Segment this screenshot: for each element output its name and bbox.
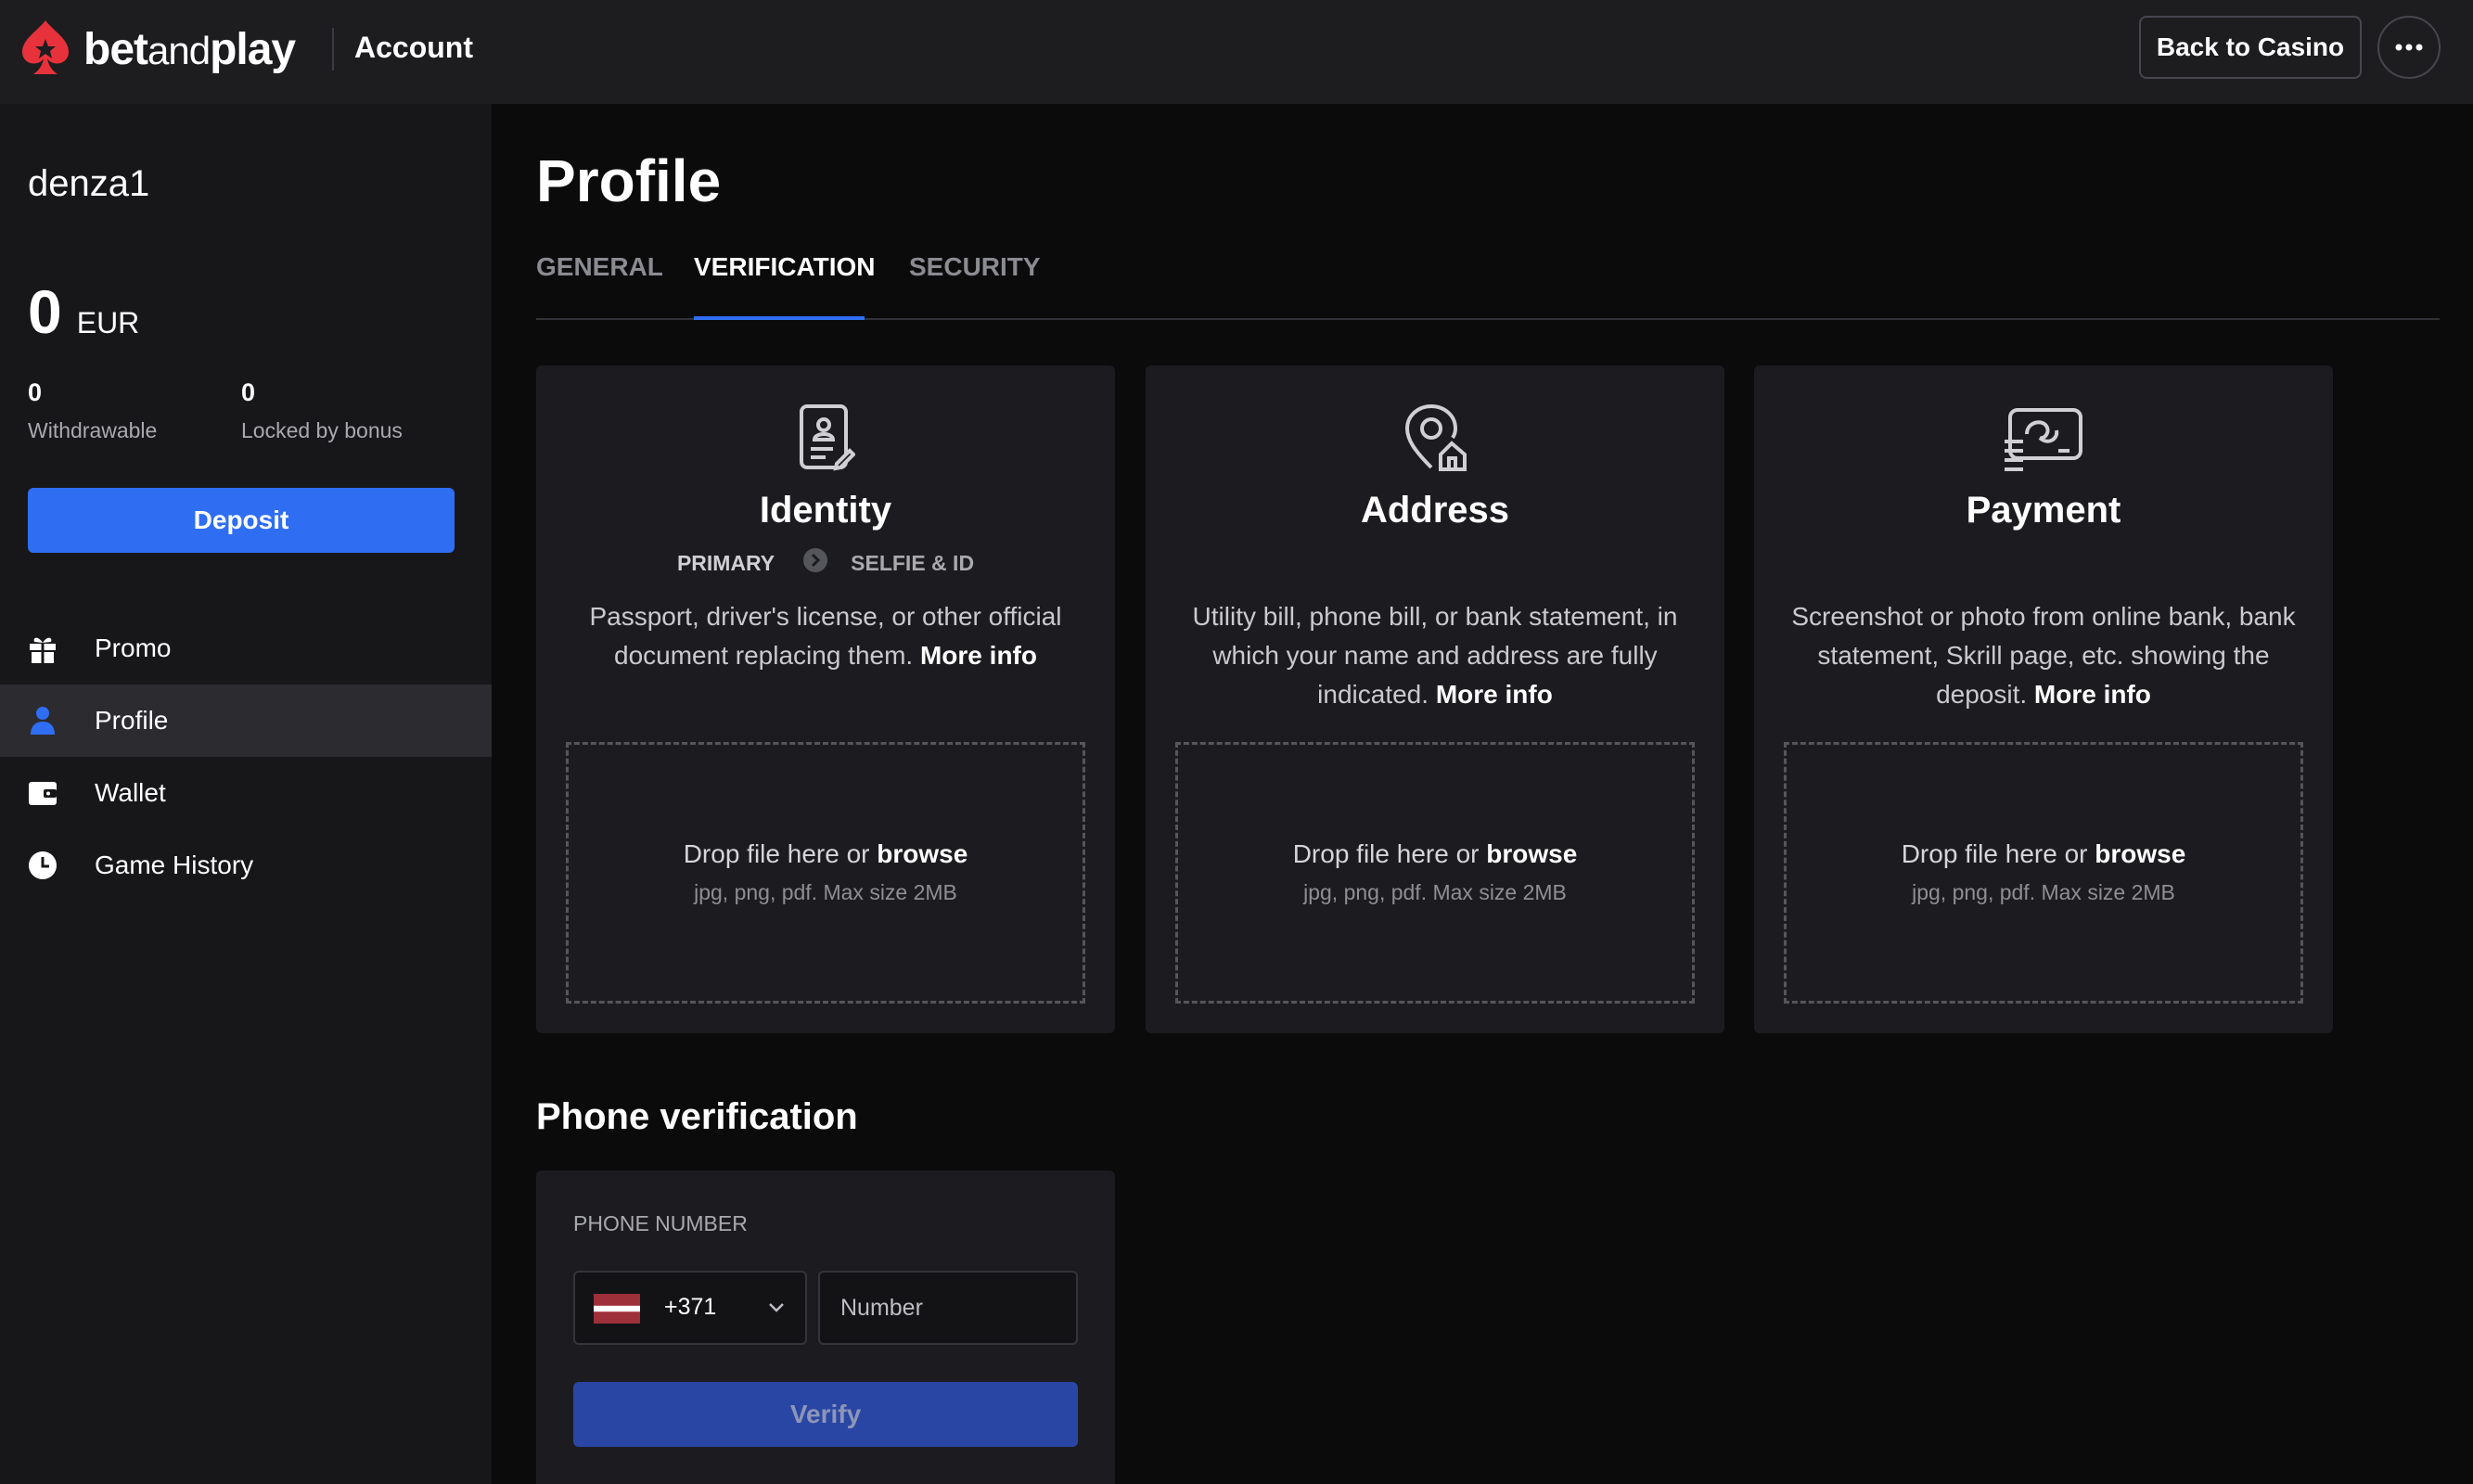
sidebar-item-promo[interactable]: Promo — [0, 612, 492, 684]
file-hint: jpg, png, pdf. Max size 2MB — [694, 880, 957, 904]
file-drop-zone[interactable]: Drop file here or browse jpg, png, pdf. … — [1175, 742, 1695, 1004]
sidebar-item-label: Promo — [95, 633, 172, 662]
sidebar-nav: Promo Profile Wallet Game History — [0, 612, 492, 902]
user-icon — [26, 704, 59, 737]
browse-link[interactable]: browse — [2095, 839, 2185, 868]
locked-bonus-stat: 0 Locked by bonus — [241, 378, 403, 443]
tab-verification[interactable]: VERIFICATION — [694, 252, 875, 282]
step-primary: PRIMARY — [676, 550, 775, 575]
drop-text: Drop file here or browse — [683, 839, 968, 868]
browse-link[interactable]: browse — [877, 839, 967, 868]
brand-wordmark: betandplay — [83, 24, 296, 74]
sidebar: denza1 0 EUR 0 Withdrawable 0 Locked by … — [0, 104, 492, 1484]
balance: 0 EUR — [28, 276, 139, 347]
tab-security[interactable]: SECURITY — [909, 252, 1041, 282]
locked-bonus-label: Locked by bonus — [241, 418, 403, 442]
file-drop-zone[interactable]: Drop file here or browse jpg, png, pdf. … — [1784, 742, 2303, 1004]
more-horizontal-icon — [2395, 44, 2423, 51]
back-to-casino-button[interactable]: Back to Casino — [2139, 16, 2362, 79]
brand-logo[interactable]: betandplay — [19, 17, 296, 82]
payment-card-icon — [1754, 403, 2333, 477]
phone-number-label: PHONE NUMBER — [573, 1211, 748, 1235]
tab-general[interactable]: GENERAL — [536, 252, 663, 282]
step-selfie-id: SELFIE & ID — [851, 550, 975, 575]
card-description: Passport, driver's license, or other off… — [589, 602, 1062, 670]
more-info-link[interactable]: More info — [1436, 680, 1553, 709]
wallet-icon — [26, 776, 59, 810]
balance-amount: 0 — [28, 277, 62, 346]
sidebar-item-label: Game History — [95, 851, 254, 879]
file-drop-zone[interactable]: Drop file here or browse jpg, png, pdf. … — [566, 742, 1085, 1004]
more-info-link[interactable]: More info — [2034, 680, 2151, 709]
card-title: Payment — [1966, 490, 2121, 531]
card-description: Screenshot or photo from online bank, ba… — [1791, 602, 2296, 709]
spade-icon — [22, 20, 69, 74]
location-home-icon — [1146, 403, 1724, 477]
payment-card: Payment Screenshot or photo from online … — [1754, 365, 2333, 1033]
sidebar-item-wallet[interactable]: Wallet — [0, 757, 492, 829]
gift-icon — [26, 632, 59, 665]
identity-card: Identity PRIMARY SELFIE & ID Passport, d… — [536, 365, 1115, 1033]
more-info-link[interactable]: More info — [920, 641, 1037, 670]
more-button[interactable] — [2377, 16, 2441, 79]
card-title: Identity — [759, 490, 892, 531]
card-title: Address — [1360, 490, 1510, 531]
header-divider — [332, 28, 334, 70]
phone-number-input[interactable] — [818, 1271, 1078, 1345]
file-hint: jpg, png, pdf. Max size 2MB — [1912, 880, 2175, 904]
chevron-right-icon — [802, 547, 828, 579]
id-document-icon — [536, 403, 1115, 477]
verify-button[interactable]: Verify — [573, 1382, 1078, 1447]
header-title: Account — [354, 31, 473, 64]
drop-text: Drop file here or browse — [1292, 839, 1578, 868]
browse-link[interactable]: browse — [1486, 839, 1577, 868]
sidebar-item-profile[interactable]: Profile — [0, 684, 492, 757]
balance-currency: EUR — [76, 306, 140, 339]
clock-icon — [26, 849, 59, 882]
phone-verification-card: PHONE NUMBER +371 Verify — [536, 1171, 1115, 1484]
address-card: Address Utility bill, phone bill, or ban… — [1146, 365, 1724, 1033]
card-description: Utility bill, phone bill, or bank statem… — [1192, 602, 1678, 709]
deposit-button[interactable]: Deposit — [28, 488, 455, 553]
sidebar-item-label: Wallet — [95, 778, 166, 807]
sidebar-item-game-history[interactable]: Game History — [0, 829, 492, 902]
country-code-value: +371 — [664, 1294, 717, 1320]
latvia-flag-icon — [594, 1294, 640, 1324]
chevron-down-icon — [769, 1303, 784, 1312]
withdrawable-stat: 0 Withdrawable — [28, 378, 157, 443]
top-bar: betandplay Account Back to Casino — [0, 0, 2473, 104]
locked-bonus-value: 0 — [241, 378, 256, 406]
drop-text: Drop file here or browse — [1901, 839, 2186, 868]
file-hint: jpg, png, pdf. Max size 2MB — [1303, 880, 1567, 904]
country-code-select[interactable]: +371 — [573, 1271, 807, 1345]
phone-verification-heading: Phone verification — [536, 1096, 858, 1137]
active-tab-indicator — [694, 316, 865, 320]
username: denza1 — [28, 163, 150, 204]
sidebar-item-label: Profile — [95, 706, 169, 735]
withdrawable-value: 0 — [28, 378, 43, 406]
verification-steps: PRIMARY SELFIE & ID — [536, 547, 1115, 579]
page-title: Profile — [536, 147, 722, 214]
withdrawable-label: Withdrawable — [28, 418, 158, 442]
